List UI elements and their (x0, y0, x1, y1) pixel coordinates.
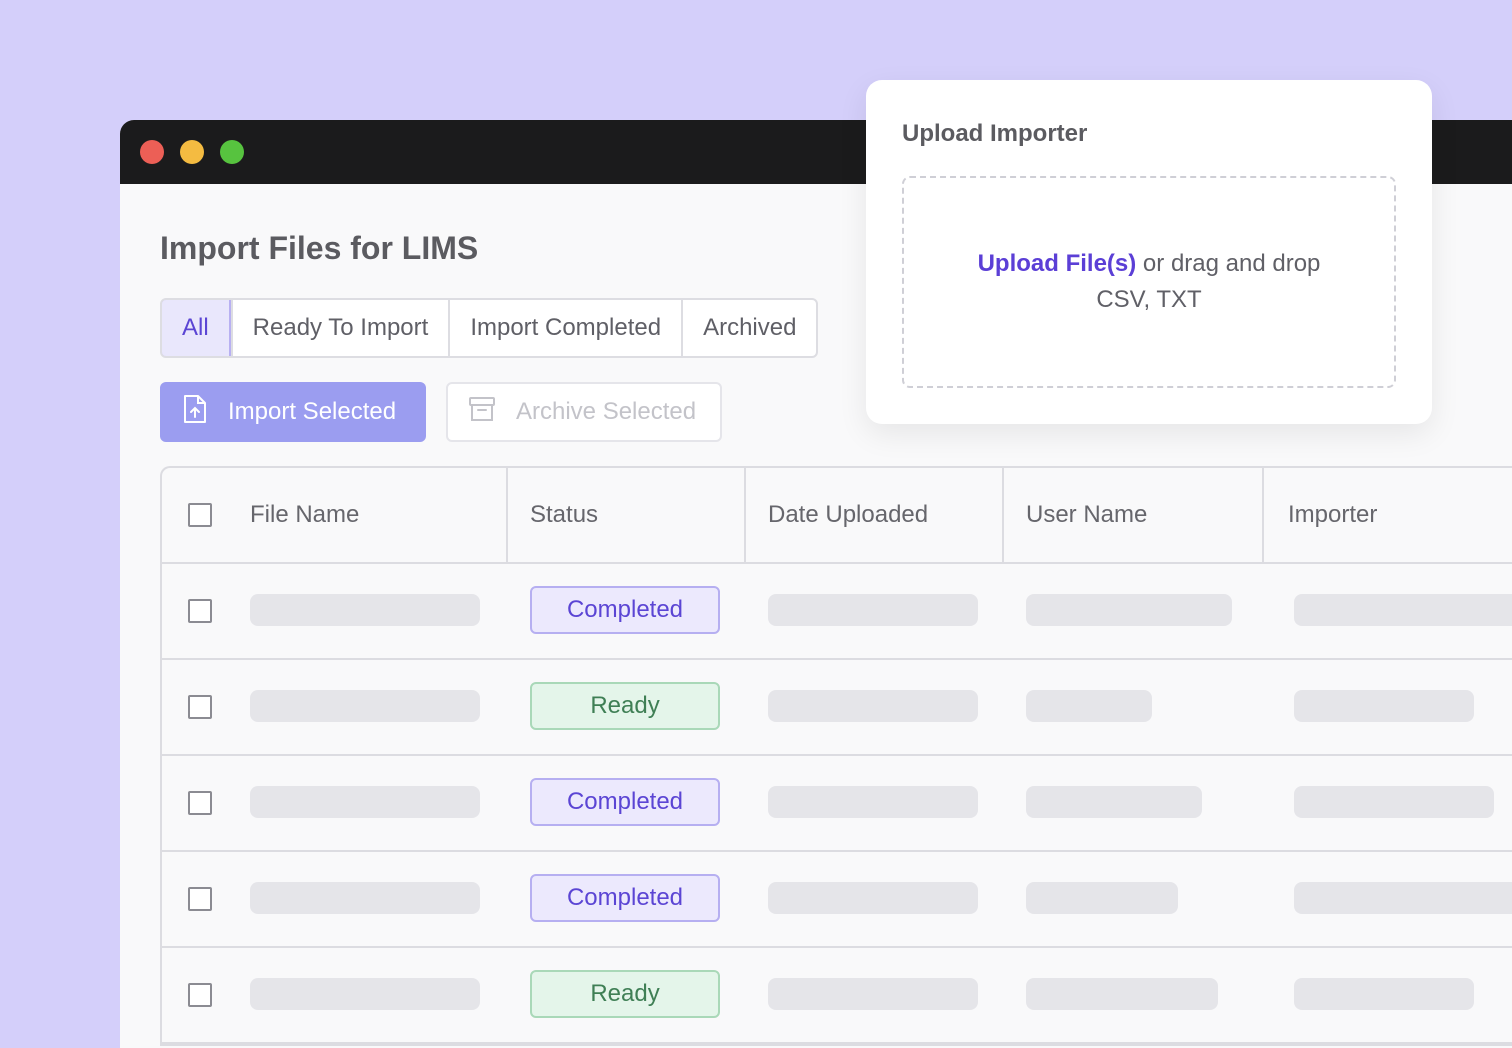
upload-files-link[interactable]: Upload File(s) (978, 250, 1137, 277)
file-dropzone[interactable]: Upload File(s) or drag and drop CSV, TXT (902, 176, 1396, 388)
importer-placeholder (1294, 978, 1474, 1010)
column-divider (506, 468, 508, 562)
accepted-formats: CSV, TXT (1096, 286, 1202, 313)
file-name-placeholder (250, 594, 480, 626)
status-badge: Completed (530, 778, 720, 826)
table-row[interactable]: Completed (162, 564, 1512, 660)
table-row[interactable]: Ready (162, 948, 1512, 1044)
status-badge: Ready (530, 682, 720, 730)
column-header-status[interactable]: Status (530, 468, 598, 562)
importer-placeholder (1294, 786, 1494, 818)
status-badge: Ready (530, 970, 720, 1018)
upload-panel-title: Upload Importer (902, 120, 1088, 147)
file-name-placeholder (250, 978, 480, 1010)
file-upload-icon (182, 394, 228, 431)
column-header-file-name[interactable]: File Name (250, 468, 359, 562)
file-name-placeholder (250, 786, 480, 818)
column-header-date-uploaded[interactable]: Date Uploaded (768, 468, 928, 562)
date-placeholder (768, 786, 978, 818)
user-name-placeholder (1026, 882, 1178, 914)
user-name-placeholder (1026, 690, 1152, 722)
user-name-placeholder (1026, 978, 1218, 1010)
dropzone-instructions: Upload File(s) or drag and drop (978, 246, 1321, 282)
column-divider (1002, 468, 1004, 562)
importer-placeholder (1294, 690, 1474, 722)
filter-tabs: All Ready To Import Import Completed Arc… (160, 298, 819, 358)
import-selected-button[interactable]: Import Selected (160, 382, 426, 442)
importer-placeholder (1294, 594, 1512, 626)
archive-selected-label: Archive Selected (516, 398, 697, 425)
status-badge: Completed (530, 586, 720, 634)
import-selected-label: Import Selected (228, 398, 397, 425)
user-name-placeholder (1026, 594, 1232, 626)
date-placeholder (768, 690, 978, 722)
close-window-button[interactable] (140, 140, 164, 164)
archive-selected-button[interactable]: Archive Selected (446, 382, 722, 442)
minimize-window-button[interactable] (180, 140, 204, 164)
maximize-window-button[interactable] (220, 140, 244, 164)
tab-archived[interactable]: Archived (681, 300, 816, 356)
table-row[interactable]: Ready (162, 660, 1512, 756)
drag-drop-hint: or drag and drop (1136, 250, 1321, 277)
column-divider (744, 468, 746, 562)
table-row[interactable]: Completed (162, 852, 1512, 948)
date-placeholder (768, 594, 978, 626)
tab-import-completed[interactable]: Import Completed (448, 300, 681, 356)
select-all-checkbox[interactable] (188, 503, 212, 527)
page-title: Import Files for LIMS (160, 230, 479, 266)
status-badge: Completed (530, 874, 720, 922)
archive-box-icon (468, 396, 516, 429)
column-divider (1262, 468, 1264, 562)
column-header-importer[interactable]: Importer (1288, 468, 1377, 562)
importer-placeholder (1294, 882, 1512, 914)
row-checkbox[interactable] (188, 887, 212, 911)
upload-importer-panel: Upload Importer Upload File(s) or drag a… (866, 80, 1432, 424)
row-checkbox[interactable] (188, 791, 212, 815)
user-name-placeholder (1026, 786, 1202, 818)
row-checkbox[interactable] (188, 695, 212, 719)
table-row[interactable]: Completed (162, 756, 1512, 852)
column-header-user-name[interactable]: User Name (1026, 468, 1147, 562)
tab-all[interactable]: All (162, 300, 231, 356)
file-name-placeholder (250, 882, 480, 914)
date-placeholder (768, 978, 978, 1010)
file-name-placeholder (250, 690, 480, 722)
table-header: File Name Status Date Uploaded User Name… (162, 468, 1512, 564)
row-checkbox[interactable] (188, 599, 212, 623)
date-placeholder (768, 882, 978, 914)
files-table: File Name Status Date Uploaded User Name… (160, 466, 1512, 1046)
row-checkbox[interactable] (188, 983, 212, 1007)
tab-ready-to-import[interactable]: Ready To Import (230, 300, 449, 356)
